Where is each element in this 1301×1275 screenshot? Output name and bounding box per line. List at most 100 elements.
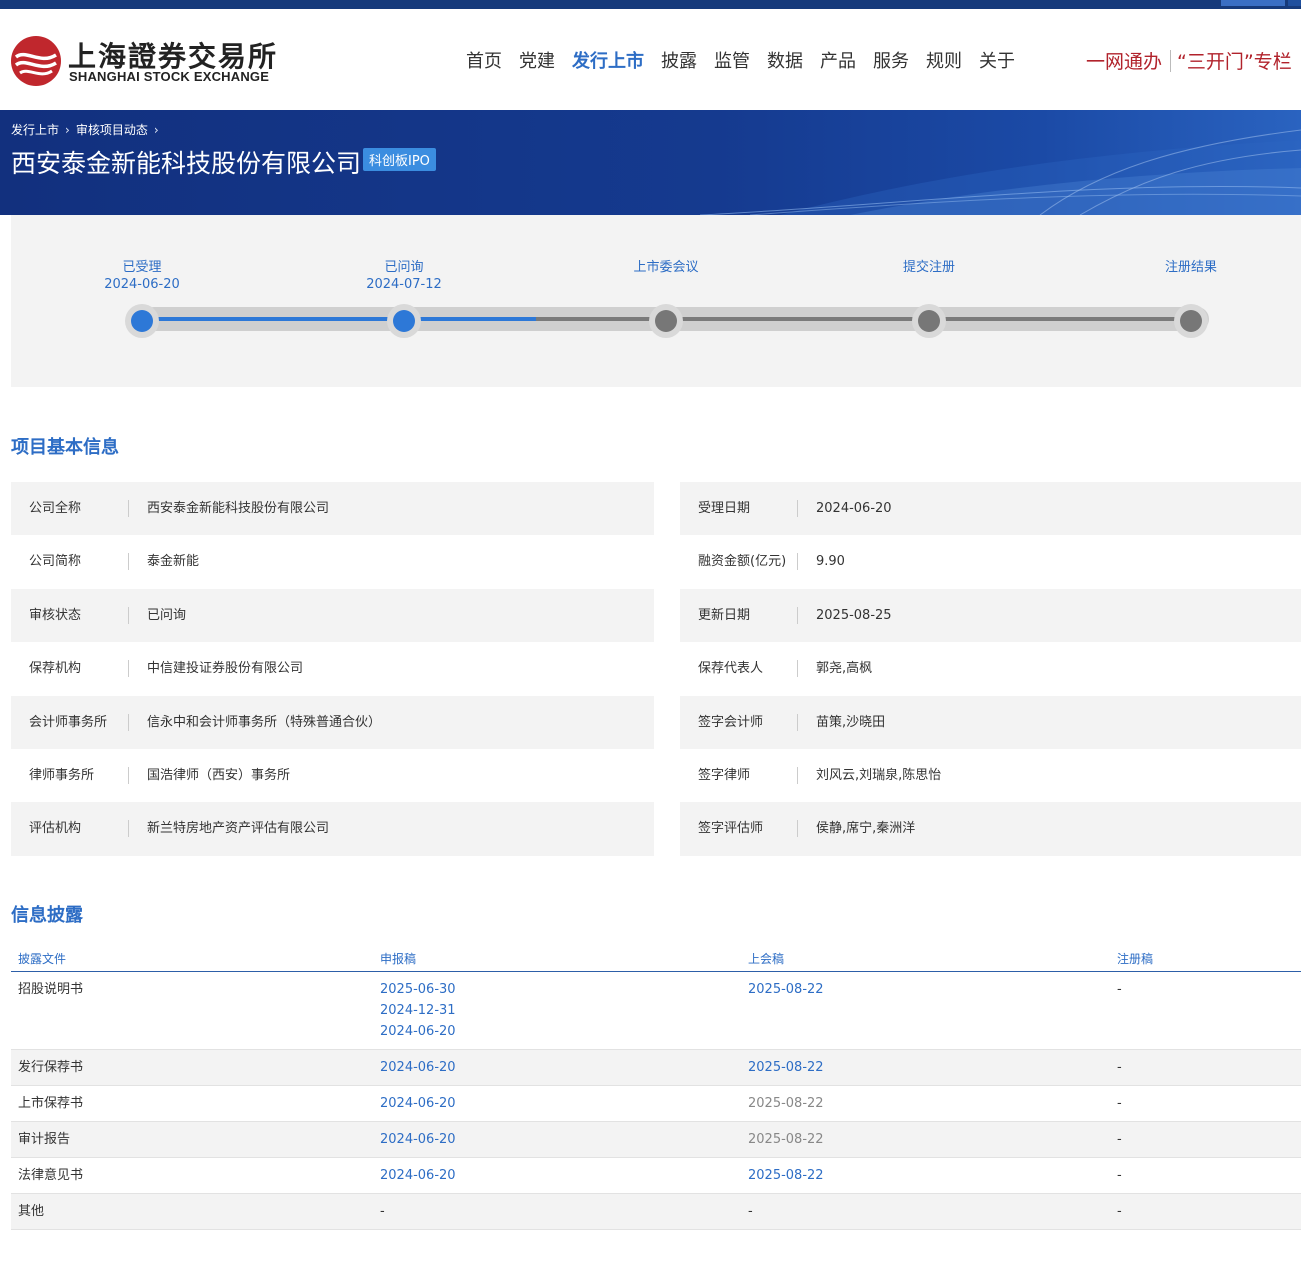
registration-draft-cell: -	[1117, 1204, 1122, 1219]
one-stop-link[interactable]: 一网通办	[1086, 51, 1162, 73]
nav-item-5[interactable]: 数据	[767, 47, 803, 73]
document-date: -	[380, 1204, 385, 1219]
info-row: 受理日期 2024-06-20	[680, 482, 1301, 536]
info-row: 签字律师 刘风云,刘瑞泉,陈思怡	[680, 749, 1301, 802]
table-row: 其他 - - -	[11, 1194, 1301, 1230]
quick-links: 一网通办 “三开门”专栏	[1086, 47, 1292, 74]
sse-logo[interactable]: 上海證券交易所 SHANGHAI STOCK EXCHANGE	[10, 35, 276, 89]
filing-draft-cell: -	[380, 1194, 385, 1222]
info-key: 签字律师	[698, 767, 751, 783]
step-dot	[393, 310, 415, 332]
info-divider	[797, 713, 798, 731]
doc-name: 审计报告	[18, 1132, 71, 1147]
document-link[interactable]: 2024-12-31	[380, 1000, 456, 1021]
step-node	[649, 304, 683, 338]
registration-draft-cell: -	[1117, 1132, 1122, 1147]
review-progress: 已受理 2024-06-20 已问询 2024-07-12 上市委会议 提交注册 注册结果	[11, 215, 1301, 387]
step-node	[1174, 304, 1208, 338]
nav-item-1[interactable]: 党建	[519, 47, 555, 73]
info-divider	[128, 820, 129, 838]
table-row: 法律意见书 2024-06-20 2025-08-22 -	[11, 1158, 1301, 1194]
info-key: 公司简称	[29, 554, 82, 570]
document-link[interactable]: 2024-06-20	[380, 1057, 456, 1078]
step-label-text: 上市委会议	[633, 260, 699, 275]
info-divider	[797, 606, 798, 624]
info-key: 公司全称	[29, 501, 82, 516]
three-doors-link[interactable]: “三开门”专栏	[1177, 51, 1292, 73]
breadcrumb: 发行上市 › 审核项目动态 ›	[11, 121, 165, 138]
utility-square[interactable]	[1288, 0, 1301, 6]
step-0: 已受理 2024-06-20	[62, 259, 222, 293]
chevron-right-icon: ›	[65, 123, 70, 137]
header-document: 披露文件	[18, 952, 67, 966]
step-node	[912, 304, 946, 338]
info-key: 保荐机构	[29, 661, 82, 677]
nav-item-7[interactable]: 服务	[873, 47, 909, 73]
registration-draft-cell: -	[1117, 1060, 1122, 1075]
header-meeting-draft: 上会稿	[748, 952, 785, 966]
nav-item-6[interactable]: 产品	[820, 47, 856, 73]
step-label-text: 已问询	[384, 260, 424, 275]
info-value: 信永中和会计师事务所（特殊普通合伙）	[147, 714, 382, 730]
info-row: 融资金额(亿元) 9.90	[680, 535, 1301, 588]
meeting-draft-cell: -	[748, 1194, 753, 1222]
table-row: 上市保荐书 2024-06-20 2025-08-22 -	[11, 1086, 1301, 1122]
document-link[interactable]: 2025-08-22	[748, 1057, 824, 1078]
chevron-right-icon: ›	[153, 123, 159, 137]
breadcrumb-issuance[interactable]: 发行上市	[11, 123, 59, 137]
nav-item-4[interactable]: 监管	[714, 47, 750, 73]
nav-item-2[interactable]: 发行上市	[572, 47, 644, 73]
info-divider	[128, 660, 129, 678]
progress-track-completed	[142, 317, 536, 321]
document-link[interactable]: 2024-06-20	[380, 1165, 456, 1186]
info-row: 保荐代表人 郭尧,高枫	[680, 642, 1301, 695]
info-divider	[797, 766, 798, 784]
info-key: 更新日期	[698, 607, 751, 623]
basic-info-title: 项目基本信息	[11, 437, 119, 458]
nav-item-8[interactable]: 规则	[926, 47, 962, 73]
nav-item-9[interactable]: 关于	[979, 47, 1015, 73]
info-value: 2025-08-25	[816, 607, 892, 623]
nav-item-0[interactable]: 首页	[466, 47, 502, 73]
info-value: 侯静,席宁,秦洲洋	[816, 821, 916, 837]
info-key: 签字会计师	[698, 714, 764, 730]
info-divider	[128, 606, 129, 624]
info-key: 签字评估师	[698, 821, 764, 837]
info-key: 受理日期	[698, 501, 751, 516]
info-row: 公司简称 泰金新能	[11, 535, 654, 588]
info-divider	[797, 660, 798, 678]
english-link[interactable]	[1221, 0, 1285, 6]
info-key: 融资金额(亿元)	[698, 554, 787, 570]
document-link[interactable]: 2024-06-20	[380, 1021, 456, 1042]
filing-draft-cell: 2024-06-20	[380, 1122, 456, 1150]
page-banner: 发行上市 › 审核项目动态 › 西安泰金新能科技股份有限公司 科创板IPO	[0, 110, 1301, 215]
registration-draft-cell: -	[1117, 1096, 1122, 1111]
info-value: 新兰特房地产资产评估有限公司	[147, 821, 330, 837]
step-date: 2024-07-12	[366, 277, 442, 292]
nav-item-3[interactable]: 披露	[661, 47, 697, 73]
info-divider	[797, 820, 798, 838]
filing-draft-cell: 2024-06-20	[380, 1050, 456, 1078]
step-dot	[131, 310, 153, 332]
info-row: 签字会计师 苗策,沙晓田	[680, 695, 1301, 749]
info-divider	[128, 713, 129, 731]
meeting-draft-cell: 2025-08-22	[748, 1086, 824, 1114]
registration-draft-cell: -	[1117, 982, 1122, 997]
document-link[interactable]: 2024-06-20	[380, 1129, 456, 1150]
disclosure-table-header: 披露文件 申报稿 上会稿 注册稿	[11, 945, 1301, 972]
step-1: 已问询 2024-07-12	[324, 259, 484, 293]
info-row: 评估机构 新兰特房地产资产评估有限公司	[11, 802, 654, 856]
document-link[interactable]: 2025-06-30	[380, 979, 456, 1000]
document-link[interactable]: 2025-08-22	[748, 979, 824, 1000]
step-dot	[655, 310, 677, 332]
info-row: 会计师事务所 信永中和会计师事务所（特殊普通合伙）	[11, 695, 654, 749]
breadcrumb-review-status[interactable]: 审核项目动态	[76, 123, 148, 137]
info-value: 9.90	[816, 554, 845, 570]
document-link[interactable]: 2024-06-20	[380, 1093, 456, 1114]
table-row: 招股说明书 2025-06-30 2024-12-31 2024-06-20 2025-…	[11, 972, 1301, 1050]
step-label-text: 注册结果	[1164, 260, 1217, 275]
document-link[interactable]: 2025-08-22	[748, 1165, 824, 1186]
step-label-text: 提交注册	[902, 260, 955, 275]
page-title: 西安泰金新能科技股份有限公司	[11, 149, 362, 178]
info-divider	[128, 766, 129, 784]
